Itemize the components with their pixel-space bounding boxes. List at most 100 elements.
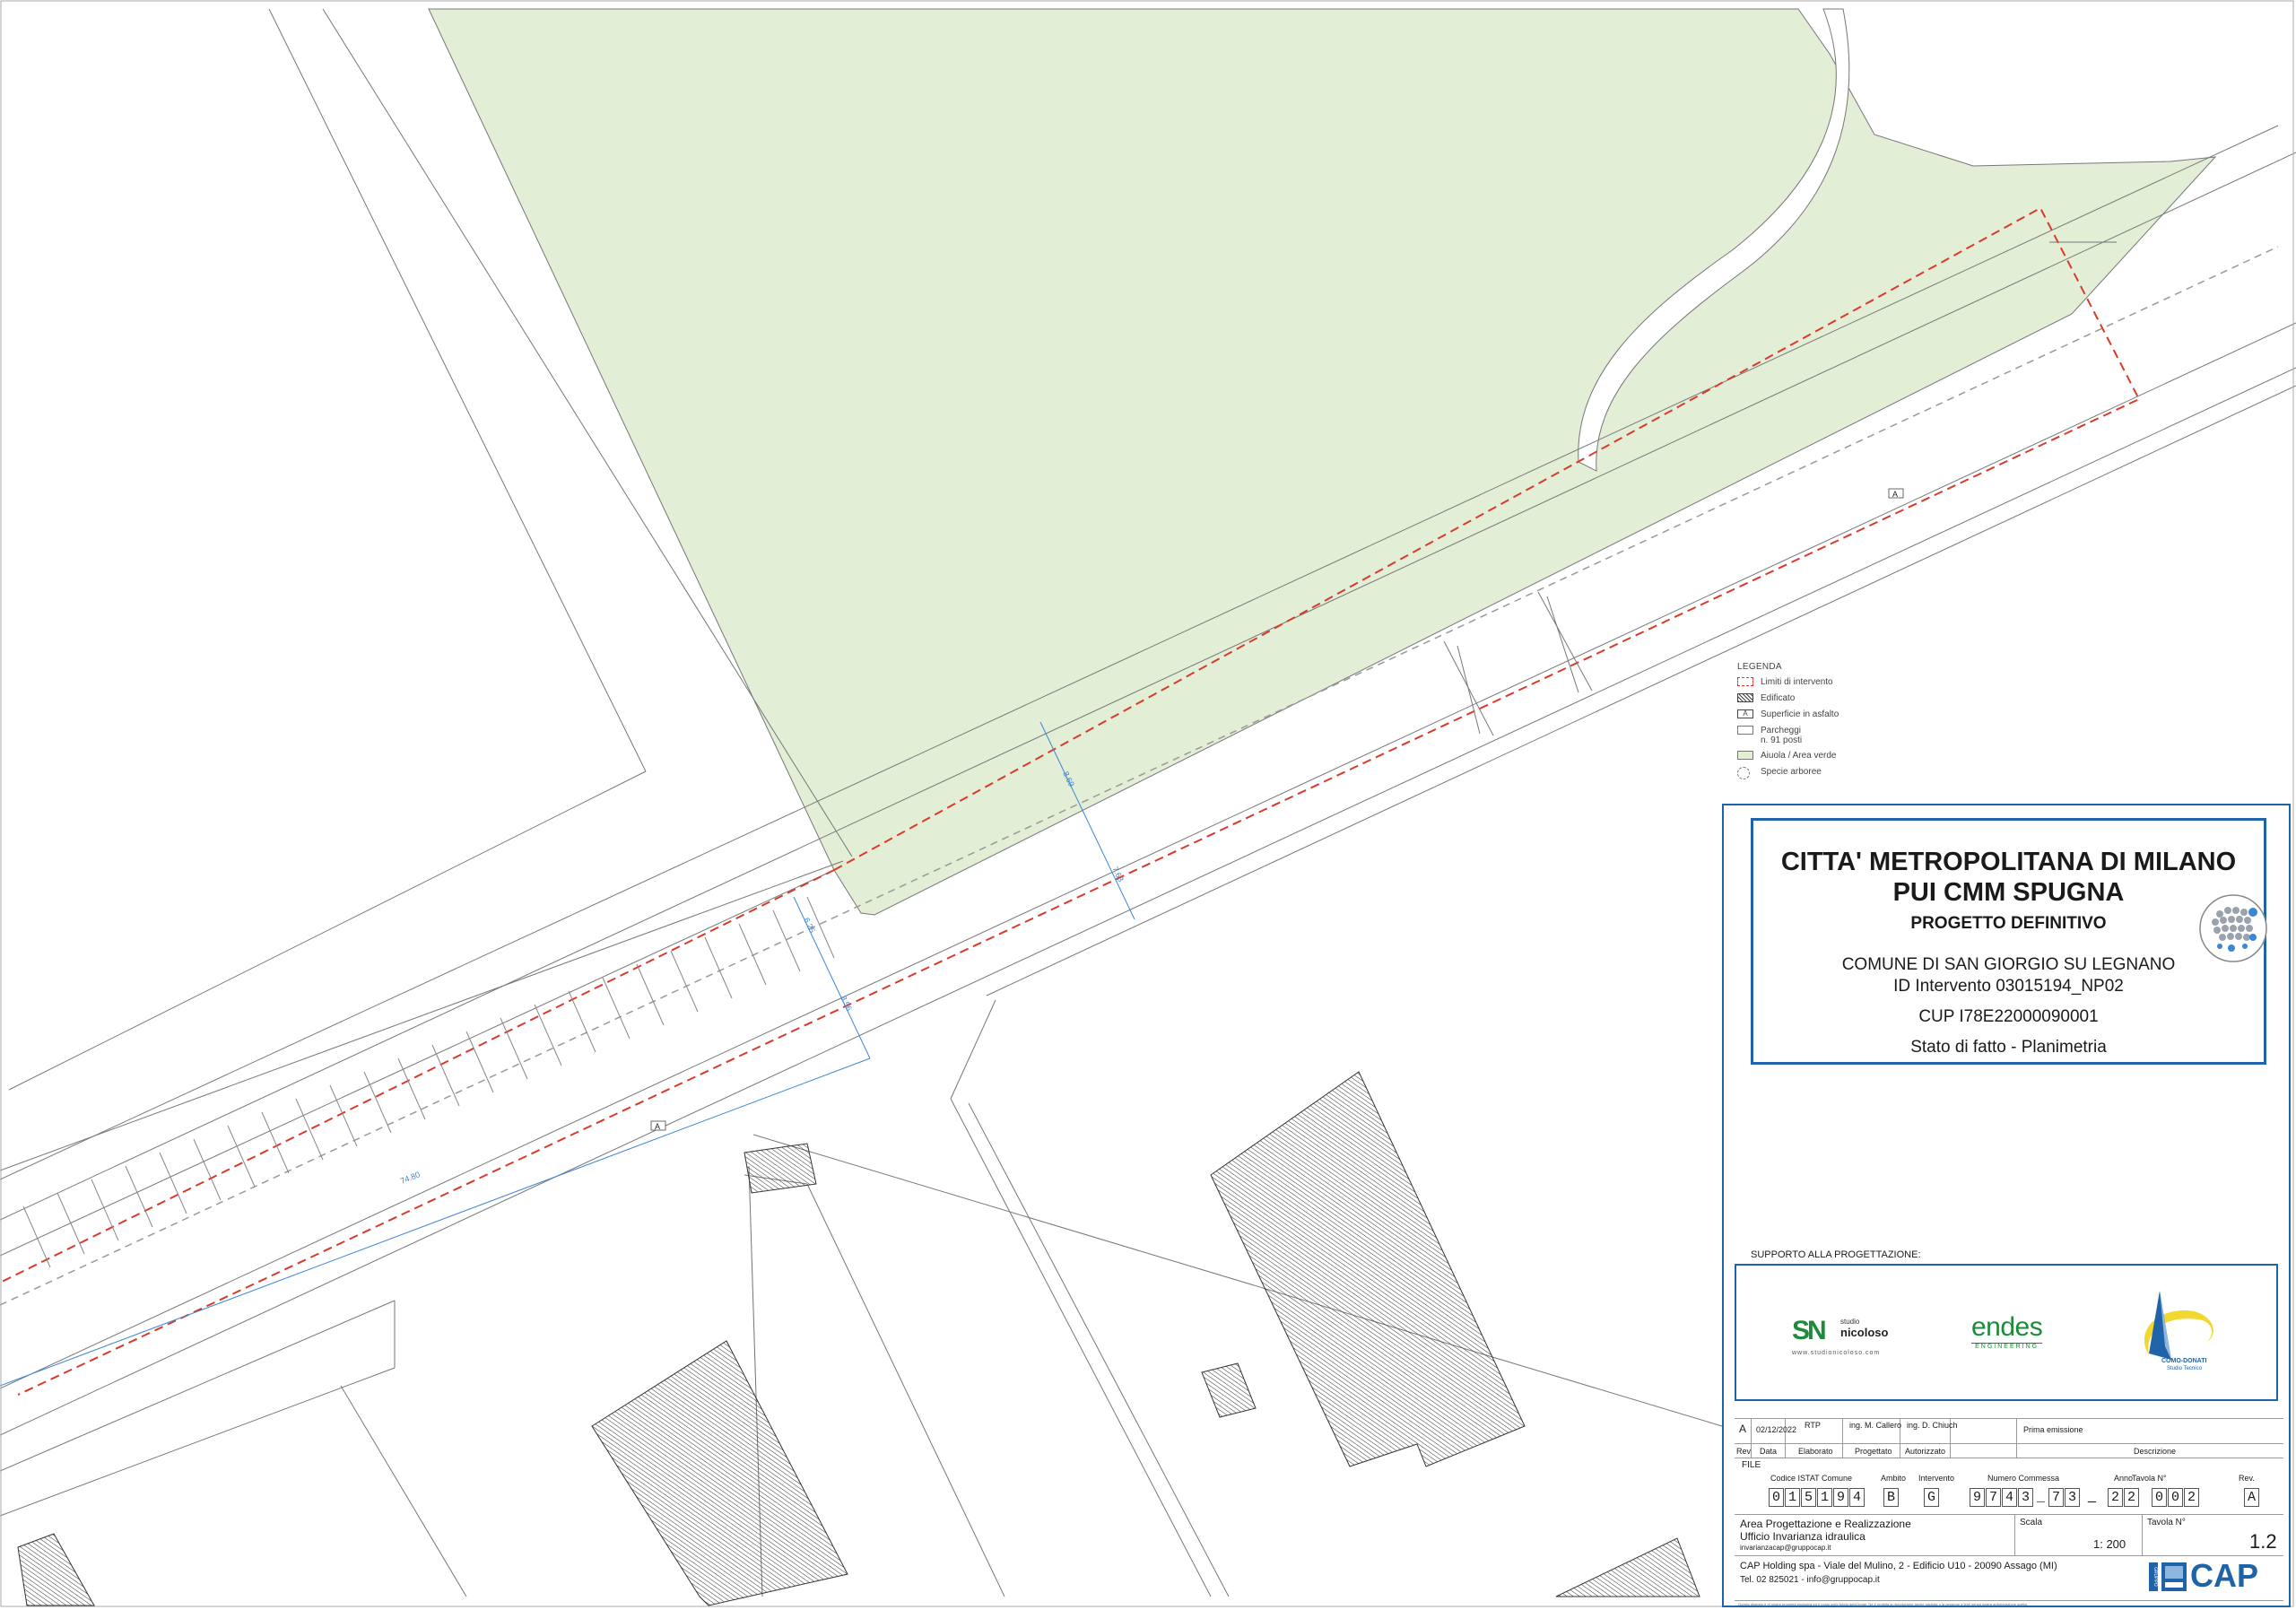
parking-stall-line (738, 923, 767, 986)
company-address: CAP Holding spa - Viale del Mulino, 2 - … (1740, 1561, 2057, 1571)
area-label-a-1: A (1892, 490, 1898, 499)
buildings (17, 1071, 1700, 1606)
legend-label: Edificato (1761, 693, 1796, 703)
code-char-box: 2 (2108, 1488, 2123, 1507)
legend-title: LEGENDA (1737, 662, 1782, 672)
como-donati-logo: COMO-DONATI Studio Tecnico (2122, 1284, 2230, 1391)
code-char-box: 7 (2048, 1488, 2064, 1507)
office-email: invarianzacap@gruppocap.it (1740, 1544, 1831, 1552)
legend-label-block: Parcheggi n. 91 posti (1761, 726, 1802, 745)
office-name: Area Progettazione e Realizzazione (1740, 1518, 1911, 1530)
code-char-box: 2 (2184, 1488, 2199, 1507)
code-char-box: 0 (1769, 1488, 1784, 1507)
legend-item: Limiti di intervento (1737, 677, 1917, 693)
company-contact: Tel. 02 825021 - info@gruppocap.it (1740, 1575, 1880, 1585)
endes-sub: ENGINEERING (1971, 1343, 2043, 1350)
spugna-dots-logo-icon (2199, 894, 2267, 962)
tavola-label: Tavola N° (2147, 1518, 2186, 1527)
rev-elaborato: RTP (1805, 1421, 1821, 1430)
code-char-box: B (1883, 1488, 1899, 1507)
title-box: CITTA' METROPOLITANA DI MILANO PUI CMM S… (1751, 818, 2267, 1065)
legal-disclaimer: Questo disegno è di nostra proprietà esc… (1738, 1602, 2028, 1606)
legend-item: Aiuola / Area verde (1737, 751, 1917, 767)
green-area (428, 8, 2217, 916)
tavola-value: 1.2 (2249, 1530, 2277, 1553)
scale-label: Scala (2020, 1518, 2043, 1527)
legend-label: Superficie in asfalto (1761, 709, 1839, 719)
rev-header: Autorizzato (1905, 1447, 1946, 1456)
parking-stall-line (602, 977, 631, 1040)
file-label: FILE (1742, 1460, 1761, 1470)
parking-stall-line (568, 990, 596, 1053)
code-char-box: 3 (2065, 1488, 2080, 1507)
legend-item: Edificato (1737, 693, 1917, 709)
cap-logo: GRUPPO CAP (2149, 1557, 2274, 1597)
code-char-box: 4 (1849, 1488, 1865, 1507)
hatch-swatch (1737, 693, 1753, 702)
parking-stall-line (431, 1044, 460, 1107)
tavola-code: 002 (2152, 1488, 2200, 1507)
code-char-box: 4 (2002, 1488, 2017, 1507)
area-label-a-2: A (655, 1122, 660, 1131)
project-phase: PROGETTO DEFINITIVO (1910, 914, 2107, 933)
rev-descrizione: Prima emissione (2023, 1425, 2083, 1434)
rev-header: Data (1760, 1447, 1778, 1456)
parking-stall-line (397, 1057, 426, 1120)
code-header: Anno (2114, 1474, 2134, 1483)
rev-date: 02/12/2022 (1756, 1425, 1797, 1434)
legend-label: Specie arboree (1761, 767, 1822, 777)
parking-stall-line (261, 1111, 290, 1174)
project-title-1: CITTA' METROPOLITANA DI MILANO (1780, 848, 2237, 876)
endes-logo: endes ENGINEERING (1971, 1312, 2043, 1350)
parking-stall-line (704, 936, 733, 999)
code-char-box: 3 (2018, 1488, 2033, 1507)
anno-code: 22 (2108, 1488, 2140, 1507)
code-char-box: 0 (2168, 1488, 2183, 1507)
code-char-box: 1 (1785, 1488, 1800, 1507)
code-char-box: _ (2036, 1490, 2045, 1505)
commessa-code: 9 7 4 3 _ 7 3 (1970, 1488, 2081, 1507)
legend-label: Parcheggi (1761, 726, 1802, 735)
project-title-2: PUI CMM SPUGNA (1892, 878, 2125, 907)
legend-label: Aiuola / Area verde (1761, 751, 1837, 761)
partner-logos: SN studio nicoloso www.studionicoloso.co… (1735, 1264, 2278, 1401)
code-char-box: 5 (1801, 1488, 1816, 1507)
code-char-box: 9 (1833, 1488, 1848, 1507)
como-donati-sub: Studio Tecnico (2167, 1366, 2202, 1371)
parking-stall-line (772, 909, 801, 972)
drawing-subject: Stato di fatto - Planimetria (1910, 1038, 2107, 1057)
code-header: Ambito (1881, 1474, 1907, 1483)
rev-header: Progettato (1855, 1447, 1892, 1456)
file-code-block: FILE Codice ISTAT Comune Ambito Interven… (1735, 1459, 2283, 1513)
tree-symbol-icon (1737, 767, 1750, 779)
code-header: Tavola N° (2132, 1474, 2167, 1483)
parking-stall-line (329, 1084, 358, 1147)
code-header: Codice ISTAT Comune (1770, 1474, 1853, 1483)
code-header: Intervento (1918, 1474, 1955, 1483)
dim-label-5: 74.80 (399, 1170, 422, 1186)
rev-header: Descrizione (2134, 1447, 2177, 1456)
code-char-box: A (2244, 1488, 2259, 1507)
green-swatch (1737, 751, 1753, 760)
sn-url: www.studionicoloso.com (1792, 1350, 1881, 1356)
ambito-code: B (1883, 1488, 1900, 1507)
istat-code: 015194 (1769, 1488, 1866, 1507)
parking-stall-line (159, 1152, 187, 1214)
sn-monogram-icon: SN (1792, 1316, 1827, 1345)
code-header: Numero Commessa (1987, 1474, 2060, 1483)
cap-group-tag: GRUPPO (2149, 1562, 2158, 1591)
cap-word: CAP (2190, 1557, 2259, 1594)
sn-name: nicoloso (1840, 1326, 1889, 1339)
office-unit: Ufficio Invarianza idraulica (1740, 1530, 1866, 1543)
legend-item: A Superficie in asfalto (1737, 709, 1917, 726)
studio-nicoloso-logo: SN studio nicoloso www.studionicoloso.co… (1792, 1316, 1888, 1356)
parking-stall-line (22, 1205, 51, 1268)
code-header: Rev. (2239, 1474, 2255, 1483)
parking-stall-line (227, 1125, 256, 1188)
parking-stall-line (91, 1179, 119, 1241)
legend-item: Specie arboree (1737, 767, 1917, 783)
rev-progettato: ing. M. Callero (1849, 1421, 1902, 1430)
parking-stall-line (500, 1017, 528, 1080)
parking-stall-line (193, 1138, 222, 1201)
support-label: SUPPORTO ALLA PROGETTAZIONE: (1751, 1249, 1921, 1260)
